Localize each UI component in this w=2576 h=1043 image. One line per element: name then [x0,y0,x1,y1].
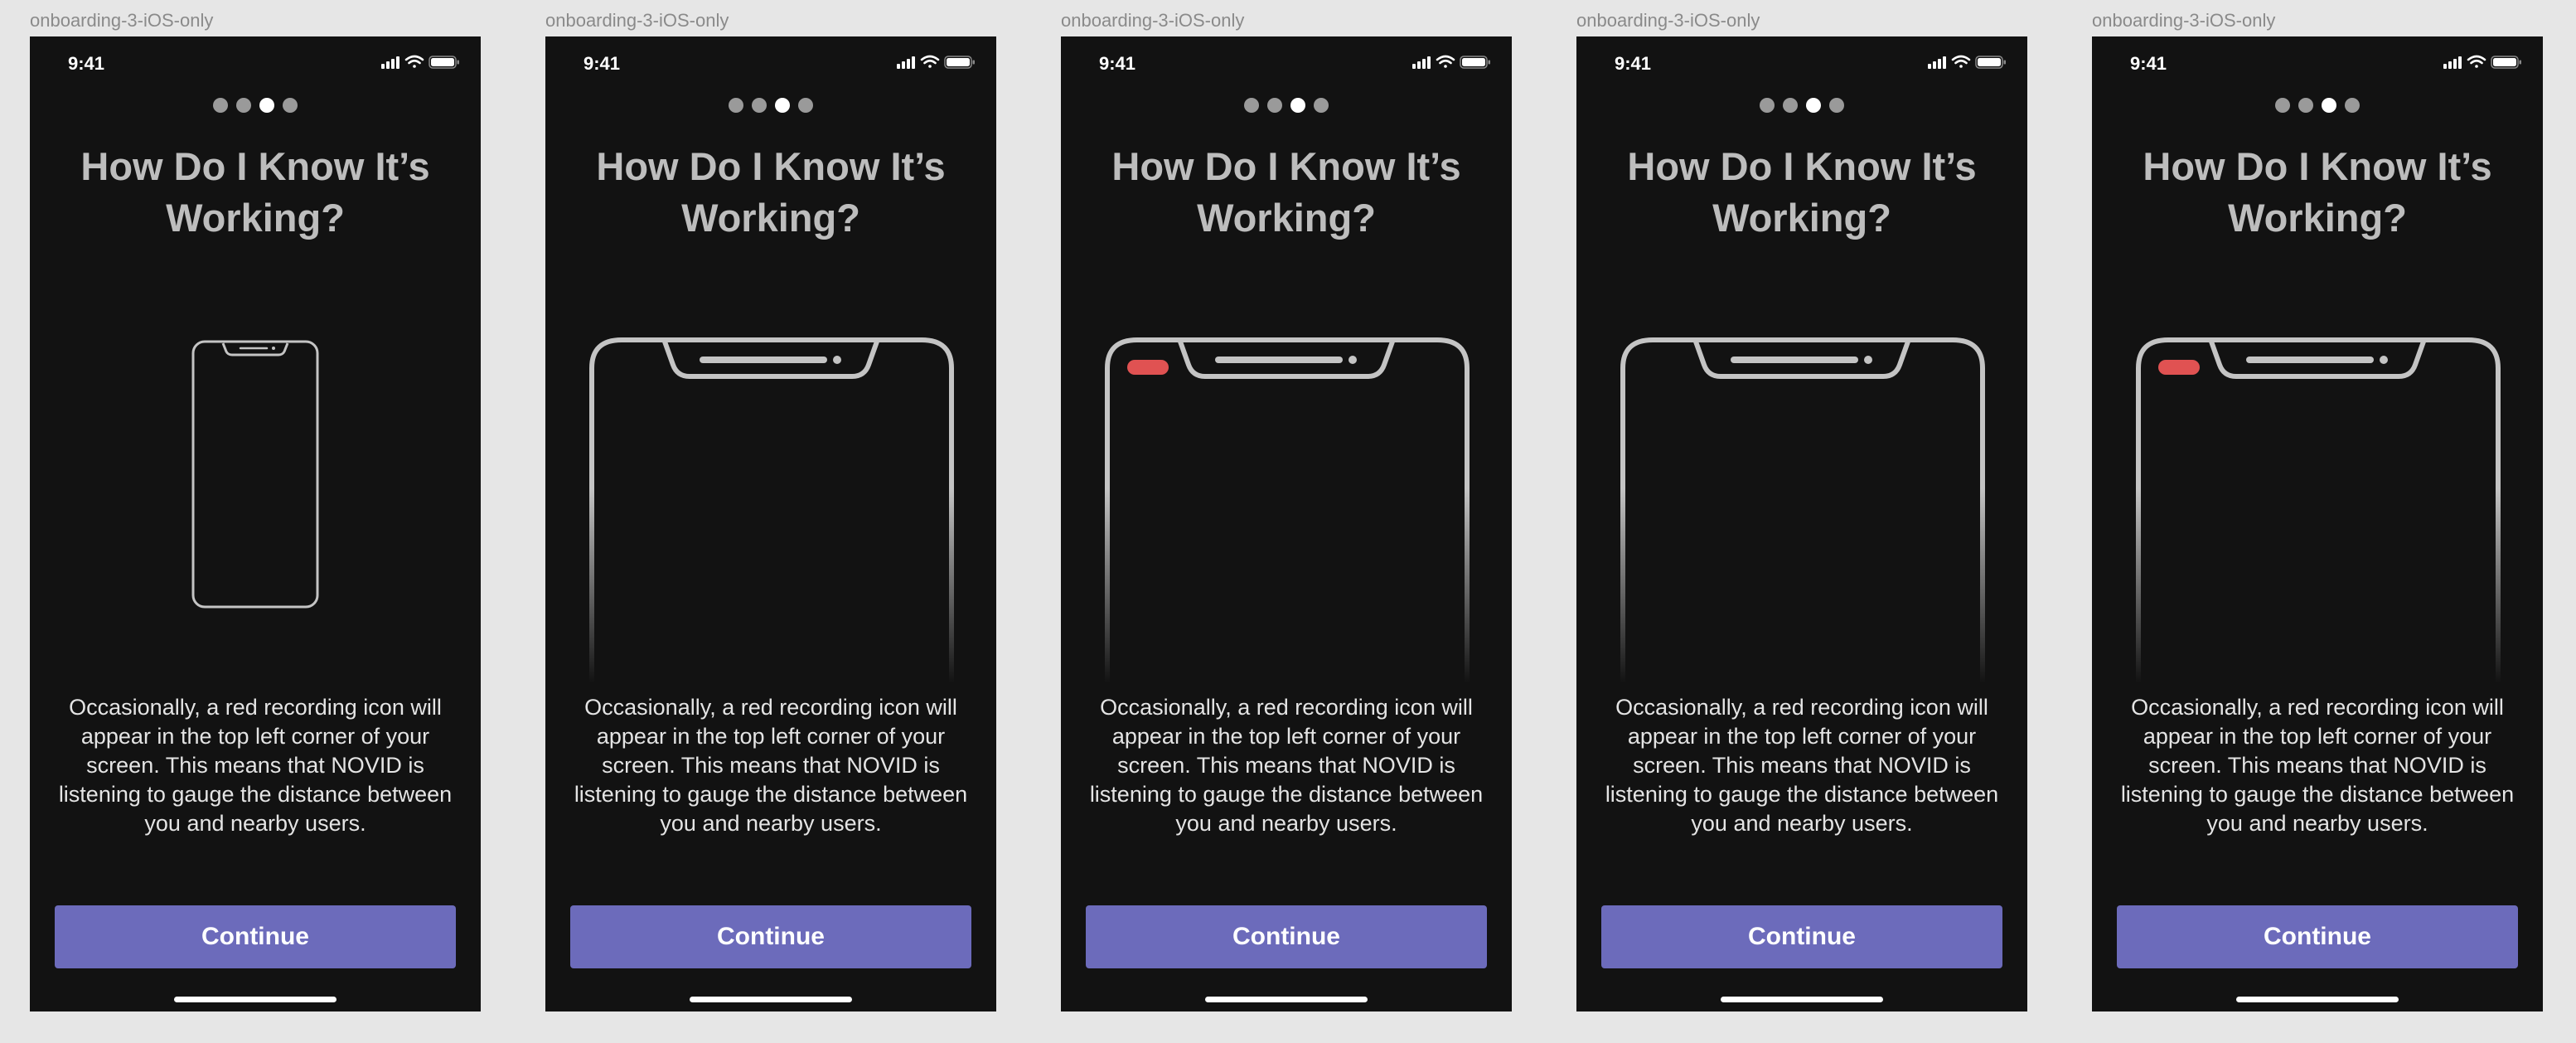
cellular-signal-icon [381,56,399,69]
status-bar-icons [381,55,461,74]
onboarding-screen: 9:41 How Do I Know It’s Working? Occasiona… [1061,36,1512,1011]
status-bar-icons [1928,55,2007,74]
cellular-signal-icon [897,56,915,69]
battery-icon [2491,56,2521,69]
page-title: How Do I Know It’s Working? [1627,144,1977,240]
battery-icon [1975,56,2006,69]
page-dot-active [259,98,274,113]
page-title: How Do I Know It’s Working? [596,144,946,240]
home-indicator[interactable] [1205,997,1368,1002]
page-indicator [1061,98,1512,113]
page-dot [213,98,228,113]
page-dot [1760,98,1775,113]
artboard-frame: onboarding-3-iOS-only 9:41 How Do I Know I… [1576,0,2027,1043]
onboarding-screen: 9:41 How Do I Know It’s Working? Occasiona… [2092,36,2543,1011]
description-text: Occasionally, a red recording icon will … [2120,695,2515,836]
page-title: How Do I Know It’s Working? [80,144,430,240]
description-text: Occasionally, a red recording icon will … [1605,695,1999,836]
page-dot [2298,98,2313,113]
continue-button[interactable]: Continue [2117,905,2518,968]
continue-button[interactable]: Continue [1086,905,1487,968]
onboarding-screen: 9:41 How Do I Know It’s Working? Occasiona… [1576,36,2027,1011]
phone-outline-zoomed-icon [1620,337,1985,683]
page-indicator [30,98,481,113]
cellular-signal-icon [2443,56,2462,69]
battery-icon [429,56,459,69]
page-dot [2345,98,2360,113]
artboard-label[interactable]: onboarding-3-iOS-only [30,10,213,32]
recording-indicator-icon [2158,360,2200,375]
wifi-icon [920,55,940,68]
phone-outline-zoomed-icon [589,337,954,683]
status-bar-time: 9:41 [2130,53,2167,74]
page-dot [283,98,298,113]
status-bar-icons [1412,55,1492,74]
artboard-frame: onboarding-3-iOS-only 9:41 How Do I Know I… [30,0,481,1043]
phone-illustration [545,293,996,691]
page-dot [798,98,813,113]
status-bar-time: 9:41 [1615,53,1652,74]
wifi-icon [1951,55,1971,68]
page-title: How Do I Know It’s Working? [2143,144,2492,240]
page-indicator [545,98,996,113]
artboard-label[interactable]: onboarding-3-iOS-only [1061,10,1244,32]
battery-icon [1460,56,1490,69]
continue-button[interactable]: Continue [1601,905,2002,968]
page-dot [729,98,743,113]
phone-illustration [2092,293,2543,691]
battery-icon [944,56,975,69]
continue-button[interactable]: Continue [55,905,456,968]
page-dot-active [775,98,790,113]
description-text: Occasionally, a red recording icon will … [574,695,968,836]
home-indicator[interactable] [690,997,852,1002]
page-dot-active [2322,98,2336,113]
wifi-icon [404,55,424,68]
phone-illustration [1576,293,2027,691]
cellular-signal-icon [1928,56,1946,69]
onboarding-screen: 9:41 How Do I Know It’s Working? Occasiona… [30,36,481,1011]
status-bar-time: 9:41 [1099,53,1136,74]
recording-indicator-icon [1127,360,1169,375]
artboard-label[interactable]: onboarding-3-iOS-only [545,10,729,32]
page-indicator [1576,98,2027,113]
home-indicator[interactable] [174,997,337,1002]
continue-button[interactable]: Continue [570,905,971,968]
home-indicator[interactable] [1721,997,1883,1002]
page-dot [1783,98,1798,113]
page-dot-active [1806,98,1821,113]
phone-outline-zoomed-icon [2136,337,2501,683]
description-text: Occasionally, a red recording icon will … [58,695,453,836]
page-dot [1314,98,1329,113]
artboard-frame: onboarding-3-iOS-only 9:41 How Do I Know I… [2092,0,2543,1043]
page-title: How Do I Know It’s Working? [1111,144,1461,240]
phone-illustration [30,293,481,691]
phone-illustration [1061,293,1512,691]
status-bar-time: 9:41 [583,53,621,74]
wifi-icon [2467,55,2486,68]
artboard-frame: onboarding-3-iOS-only 9:41 How Do I Know I… [1061,0,1512,1043]
phone-outline-zoomed-icon [1105,337,1470,683]
phone-outline-icon [191,340,319,609]
cellular-signal-icon [1412,56,1431,69]
page-dot [236,98,251,113]
page-dot [2275,98,2290,113]
description-text: Occasionally, a red recording icon will … [1089,695,1484,836]
page-dot-active [1290,98,1305,113]
onboarding-screen: 9:41 How Do I Know It’s Working? Occasiona… [545,36,996,1011]
page-indicator [2092,98,2543,113]
page-dot [752,98,767,113]
page-dot [1244,98,1259,113]
artboard-label[interactable]: onboarding-3-iOS-only [1576,10,1760,32]
page-dot [1829,98,1844,113]
artboard-frame: onboarding-3-iOS-only 9:41 How Do I Know I… [545,0,996,1043]
status-bar-icons [2443,55,2523,74]
status-bar-time: 9:41 [68,53,105,74]
artboard-label[interactable]: onboarding-3-iOS-only [2092,10,2275,32]
wifi-icon [1436,55,1455,68]
home-indicator[interactable] [2236,997,2399,1002]
status-bar-icons [897,55,976,74]
page-dot [1267,98,1282,113]
